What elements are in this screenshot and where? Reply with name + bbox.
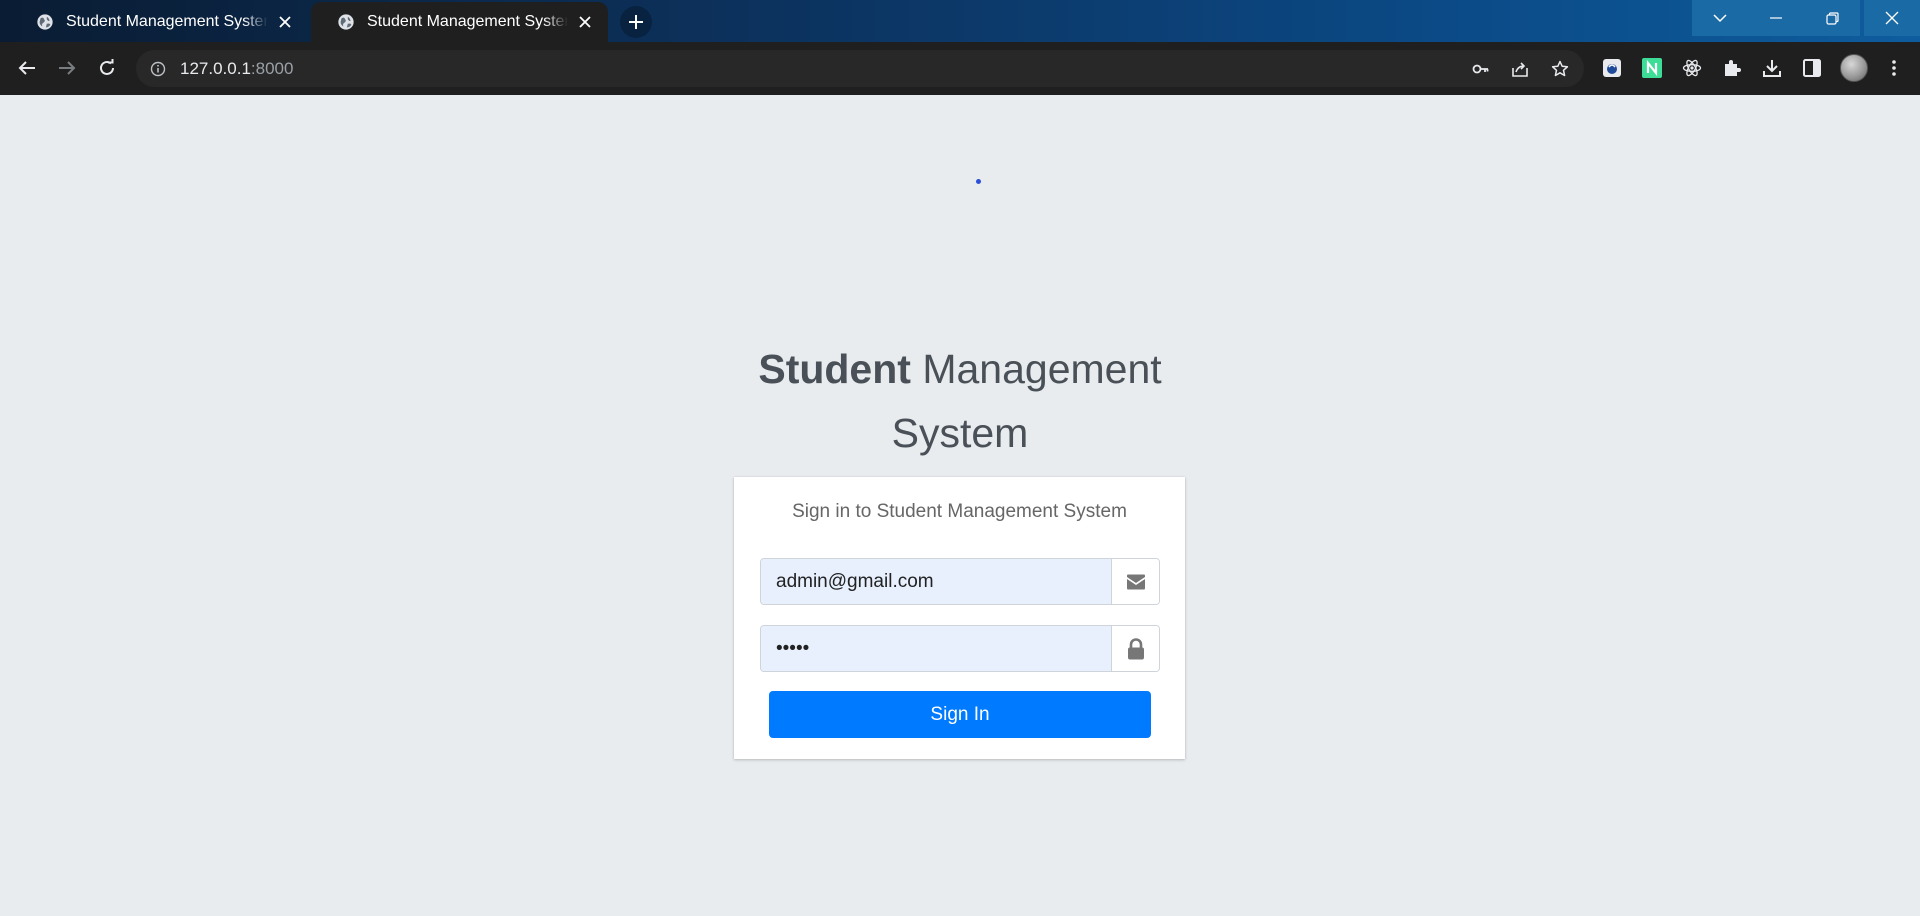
sidepanel-icon: [1803, 59, 1821, 77]
globe-icon: [37, 14, 53, 30]
minimize-button[interactable]: [1748, 0, 1804, 36]
share-icon[interactable]: [1511, 60, 1529, 78]
brand-light: Management System: [891, 346, 1162, 456]
downloads-button[interactable]: [1761, 57, 1783, 79]
back-icon: [18, 61, 35, 75]
profile-avatar[interactable]: [1840, 54, 1868, 82]
password-input[interactable]: [761, 626, 1111, 671]
reload-icon: [100, 59, 114, 75]
tab-search-button[interactable]: [1692, 0, 1748, 36]
download-icon: [1763, 60, 1781, 77]
forward-icon: [59, 61, 76, 75]
email-field: [760, 558, 1160, 605]
reload-button[interactable]: [91, 52, 123, 84]
globe-icon: [338, 14, 354, 30]
close-icon[interactable]: [574, 11, 596, 33]
close-icon[interactable]: [274, 11, 296, 33]
url-host: 127.0.0.1: [180, 58, 251, 78]
address-bar[interactable]: 127.0.0.1:8000: [136, 50, 1584, 87]
plus-icon: [629, 15, 643, 29]
loading-dot: [976, 179, 981, 184]
forward-button[interactable]: [51, 52, 83, 84]
sign-in-button[interactable]: Sign In: [769, 691, 1151, 738]
info-icon[interactable]: [150, 61, 166, 77]
page-body: Student Management System Sign in to Stu…: [0, 95, 1920, 916]
browser-toolbar: 127.0.0.1:8000: [0, 42, 1920, 95]
extensions-button[interactable]: [1721, 57, 1743, 79]
tab-dashboard-1[interactable]: Student Management System | Dashboard: [10, 2, 308, 42]
minimize-icon: [1770, 17, 1782, 19]
tab-dashboard-2[interactable]: Student Management System | Dashboard: [311, 2, 608, 42]
login-message: Sign in to Student Management System: [792, 501, 1127, 522]
login-logo[interactable]: Student Management System: [735, 337, 1185, 465]
login-card: Sign in to Student Management System Sig…: [734, 477, 1185, 759]
window-close-button[interactable]: [1864, 0, 1920, 36]
menu-icon: [1892, 60, 1896, 76]
lock-icon: [1127, 637, 1144, 659]
star-icon[interactable]: [1551, 60, 1569, 78]
password-field: [760, 625, 1160, 672]
react-devtools-icon[interactable]: [1681, 57, 1703, 79]
extension-ghostery-icon[interactable]: [1601, 57, 1623, 79]
restore-button[interactable]: [1804, 0, 1860, 36]
extension-n-icon[interactable]: [1641, 57, 1663, 79]
side-panel-button[interactable]: [1801, 57, 1823, 79]
close-icon: [1885, 11, 1899, 25]
password-addon: [1111, 626, 1159, 671]
chevron-down-icon: [1713, 14, 1727, 23]
email-input[interactable]: [761, 559, 1111, 604]
tab-title: Student Management System | Dashboard: [367, 13, 568, 30]
browser-menu-button[interactable]: [1883, 57, 1905, 79]
restore-icon: [1825, 11, 1839, 25]
back-button[interactable]: [11, 52, 43, 84]
url-port: :8000: [250, 58, 294, 78]
brand-bold: Student: [758, 346, 911, 392]
puzzle-icon: [1725, 60, 1741, 76]
new-tab-button[interactable]: [620, 6, 652, 38]
tab-title: Student Management System | Dashboard: [66, 13, 268, 30]
key-icon[interactable]: [1472, 60, 1490, 78]
email-addon: [1111, 559, 1159, 604]
tab-strip: Student Management System | Dashboard St…: [0, 0, 1920, 42]
envelope-icon: [1126, 574, 1145, 589]
